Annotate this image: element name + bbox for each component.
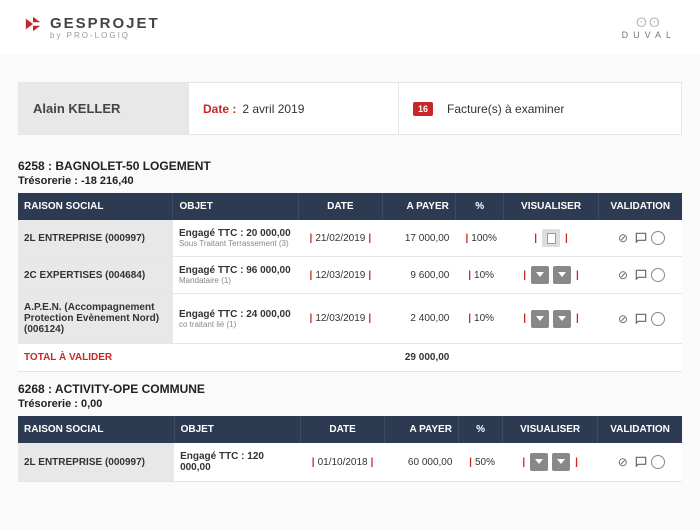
invoice-table: RAISON SOCIALOBJETDATEA PAYER%VISUALISER… xyxy=(18,416,682,482)
cell-apayer: 9 600,00 xyxy=(382,257,455,294)
download-button[interactable] xyxy=(553,310,571,328)
table-row: 2L ENTREPRISE (000997)Engagé TTC : 20 00… xyxy=(18,220,682,257)
reject-icon[interactable]: ⊘ xyxy=(615,311,631,327)
col-visualiser: VISUALISER xyxy=(504,193,598,220)
reject-icon[interactable]: ⊘ xyxy=(615,267,631,283)
brand-mark-icon xyxy=(24,15,42,33)
brand-name: GESPROJET xyxy=(50,15,160,32)
col-pct: % xyxy=(455,193,504,220)
partner-logo: ʘʘ DUVAL xyxy=(622,14,676,40)
date-label: Date : xyxy=(203,102,236,116)
project-block: 6258 : BAGNOLET-50 LOGEMENT Trésorerie : … xyxy=(18,159,682,372)
comment-icon[interactable] xyxy=(633,230,649,246)
approve-icon[interactable] xyxy=(651,312,665,326)
col-date: DATE xyxy=(301,416,385,443)
cell-validation: ⊘ xyxy=(598,443,682,482)
download-button[interactable] xyxy=(531,266,549,284)
cell-objet: Engagé TTC : 96 000,00Mandataire (1) xyxy=(173,257,299,294)
factures-count-badge: 16 xyxy=(413,102,433,116)
table-row: 2C EXPERTISES (004684)Engagé TTC : 96 00… xyxy=(18,257,682,294)
project-tresorerie: Trésorerie : -18 216,40 xyxy=(18,175,682,187)
cell-objet: Engagé TTC : 20 000,00Sous Traitant Terr… xyxy=(173,220,299,257)
col-validation: VALIDATION xyxy=(598,416,682,443)
comment-icon[interactable] xyxy=(633,267,649,283)
download-button[interactable] xyxy=(552,453,570,471)
cell-pct: |100% xyxy=(455,220,504,257)
table-row: 2L ENTREPRISE (000997)Engagé TTC : 120 0… xyxy=(18,443,682,482)
download-button[interactable] xyxy=(553,266,571,284)
app-header: GESPROJET by PRO-LOGIQ ʘʘ DUVAL xyxy=(0,0,700,54)
date-value: 2 avril 2019 xyxy=(242,102,304,116)
comment-icon[interactable] xyxy=(633,311,649,327)
cell-date: |01/10/2018| xyxy=(301,443,385,482)
invoice-table: RAISON SOCIALOBJETDATEA PAYER%VISUALISER… xyxy=(18,193,682,372)
cell-raison: A.P.E.N. (Accompagnement Protection Evèn… xyxy=(18,294,173,344)
cell-pct: |10% xyxy=(455,294,504,344)
cell-validation: ⊘ xyxy=(598,294,682,344)
cell-validation: ⊘ xyxy=(598,220,682,257)
cell-date: |12/03/2019| xyxy=(299,294,382,344)
reject-icon[interactable]: ⊘ xyxy=(615,230,631,246)
col-raison: RAISON SOCIAL xyxy=(18,416,174,443)
table-row: A.P.E.N. (Accompagnement Protection Evèn… xyxy=(18,294,682,344)
project-title: 6258 : BAGNOLET-50 LOGEMENT xyxy=(18,159,682,173)
col-objet: OBJET xyxy=(174,416,301,443)
cell-pct: |50% xyxy=(458,443,502,482)
partner-name: DUVAL xyxy=(622,30,676,40)
cell-apayer: 60 000,00 xyxy=(385,443,459,482)
user-name: Alain KELLER xyxy=(33,101,120,116)
col-apayer: A PAYER xyxy=(385,416,459,443)
factures-label: Facture(s) à examiner xyxy=(447,102,564,116)
col-validation: VALIDATION xyxy=(598,193,682,220)
total-label: TOTAL À VALIDER xyxy=(18,344,382,372)
col-objet: OBJET xyxy=(173,193,299,220)
cell-raison: 2L ENTREPRISE (000997) xyxy=(18,443,174,482)
comment-icon[interactable] xyxy=(633,454,649,470)
brand-logo: GESPROJET by PRO-LOGIQ xyxy=(24,15,160,40)
project-block: 6268 : ACTIVITY-OPE COMMUNE Trésorerie : … xyxy=(18,382,682,482)
partner-mark-icon: ʘʘ xyxy=(622,14,676,30)
cell-visualiser: || xyxy=(503,443,598,482)
cell-visualiser: || xyxy=(504,257,598,294)
project-title: 6268 : ACTIVITY-OPE COMMUNE xyxy=(18,382,682,396)
col-raison: RAISON SOCIAL xyxy=(18,193,173,220)
cell-pct: |10% xyxy=(455,257,504,294)
cell-objet: Engagé TTC : 24 000,00co traitant lié (1… xyxy=(173,294,299,344)
col-pct: % xyxy=(458,416,502,443)
view-doc-button[interactable] xyxy=(542,229,560,247)
cell-visualiser: || xyxy=(504,220,598,257)
total-row: TOTAL À VALIDER29 000,00 xyxy=(18,344,682,372)
factures-cell: 16 Facture(s) à examiner xyxy=(399,83,681,134)
col-apayer: A PAYER xyxy=(382,193,455,220)
approve-icon[interactable] xyxy=(651,268,665,282)
total-value: 29 000,00 xyxy=(382,344,455,372)
cell-validation: ⊘ xyxy=(598,257,682,294)
cell-date: |12/03/2019| xyxy=(299,257,382,294)
date-cell: Date : 2 avril 2019 xyxy=(189,83,399,134)
cell-date: |21/02/2019| xyxy=(299,220,382,257)
reject-icon[interactable]: ⊘ xyxy=(615,454,631,470)
cell-objet: Engagé TTC : 120 000,00 xyxy=(174,443,301,482)
download-button[interactable] xyxy=(530,453,548,471)
cell-apayer: 2 400,00 xyxy=(382,294,455,344)
user-cell: Alain KELLER xyxy=(19,83,189,134)
cell-visualiser: || xyxy=(504,294,598,344)
cell-apayer: 17 000,00 xyxy=(382,220,455,257)
project-tresorerie: Trésorerie : 0,00 xyxy=(18,398,682,410)
info-bar: Alain KELLER Date : 2 avril 2019 16 Fact… xyxy=(18,82,682,135)
download-button[interactable] xyxy=(531,310,549,328)
approve-icon[interactable] xyxy=(651,455,665,469)
approve-icon[interactable] xyxy=(651,231,665,245)
col-visualiser: VISUALISER xyxy=(503,416,598,443)
cell-raison: 2L ENTREPRISE (000997) xyxy=(18,220,173,257)
col-date: DATE xyxy=(299,193,382,220)
cell-raison: 2C EXPERTISES (004684) xyxy=(18,257,173,294)
